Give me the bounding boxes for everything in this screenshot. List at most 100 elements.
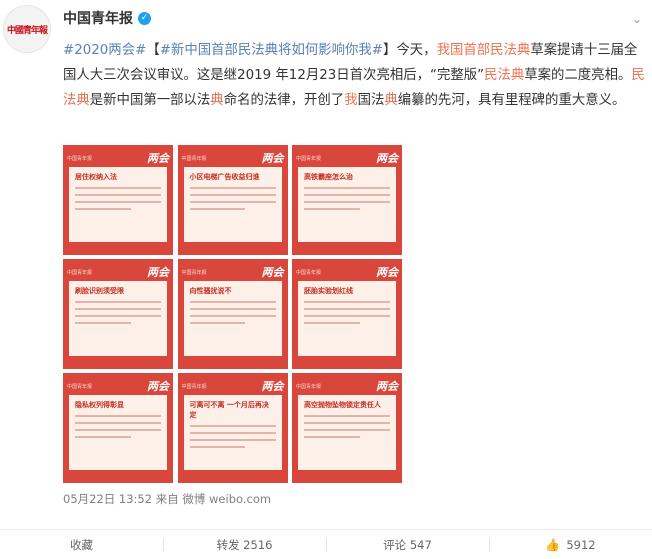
card-badge: 两会 (376, 266, 398, 279)
card-brand: 中国青年报 (296, 155, 322, 162)
text-line (75, 422, 161, 424)
card-brand: 中国青年报 (181, 155, 207, 162)
card-header: 中国青年报 两会 (67, 378, 169, 394)
card-title: 向性骚扰说不 (189, 287, 232, 295)
text-line (75, 315, 161, 317)
card-header: 中国青年报 两会 (182, 150, 284, 166)
text-line (189, 446, 246, 448)
text-line (304, 415, 390, 417)
image-card[interactable]: 中国青年报 两会 可离可不离 一个月后再决定 (177, 373, 288, 483)
card-title: 小区电梯广告收益归谁 (189, 173, 260, 181)
text-line (304, 301, 390, 303)
image-card[interactable]: 中国青年报 两会 小区电梯广告收益归谁 (177, 145, 288, 255)
card-body: 胚胎实验划红线 (298, 281, 396, 356)
avatar[interactable]: 中國青年報 (3, 5, 51, 53)
favorite-label: 收藏 (70, 537, 93, 552)
image-card[interactable]: 中国青年报 两会 高空抛物坠物锁定责任人 (292, 373, 402, 483)
image-card[interactable]: 中国青年报 两会 隐私权列得彰显 (63, 373, 173, 483)
repost-button[interactable]: 转发 2516 (163, 530, 326, 559)
card-body: 高空抛物坠物锁定责任人 (298, 395, 396, 470)
image-card[interactable]: 中国青年报 两会 胚胎实验划红线 (292, 259, 402, 369)
card-body: 刷脸识别须受限 (69, 281, 167, 356)
post-text-segment: 【 (146, 43, 160, 58)
text-line (189, 308, 276, 310)
post-meta: 05月22日 13:52 来自 微博 weibo.com (63, 492, 272, 506)
card-brand: 中国青年报 (67, 383, 93, 390)
comment-label: 评论 547 (383, 537, 432, 552)
card-badge: 两会 (261, 152, 284, 165)
thumbs-up-icon: 👍 (545, 537, 561, 552)
card-badge: 两会 (376, 152, 398, 165)
comment-button[interactable]: 评论 547 (326, 530, 489, 559)
text-line (189, 194, 276, 196)
card-brand: 中国青年报 (181, 383, 207, 390)
post-text-segment: 草案的二度亮相。 (524, 68, 632, 83)
text-line (304, 308, 390, 310)
like-button[interactable]: 👍 5912 (489, 530, 652, 559)
author-name[interactable]: 中国青年报 (63, 8, 133, 28)
chevron-down-icon[interactable]: ⌄ (632, 12, 642, 26)
hashtag-link[interactable]: #2020两会# (63, 43, 146, 58)
highlight-text: 我 (344, 93, 358, 108)
card-brand: 中国青年报 (296, 269, 322, 276)
text-line (304, 187, 390, 189)
post-text-segment: 】今天， (383, 43, 437, 58)
text-line (189, 315, 276, 317)
card-badge: 两会 (147, 380, 169, 393)
card-badge: 两会 (147, 266, 169, 279)
card-title: 隐私权列得彰显 (75, 401, 124, 409)
card-body: 小区电梯广告收益归谁 (183, 167, 282, 242)
image-card[interactable]: 中国青年报 两会 高铁霸座怎么治 (292, 145, 402, 255)
text-line (189, 432, 276, 434)
card-body: 居住权纳入法 (69, 167, 167, 242)
card-header: 中国青年报 两会 (182, 378, 284, 394)
card-body: 高铁霸座怎么治 (298, 167, 396, 242)
favorite-button[interactable]: 收藏 (0, 530, 163, 559)
text-line (304, 429, 390, 431)
card-header: 中国青年报 两会 (67, 264, 169, 280)
highlight-text: 典 (210, 93, 224, 108)
text-line (304, 315, 390, 317)
highlight-text: 我国首部民法典 (436, 43, 531, 58)
card-title: 高空抛物坠物锁定责任人 (304, 401, 381, 409)
verified-icon: ✓ (138, 11, 151, 25)
image-card[interactable]: 中国青年报 两会 向性骚扰说不 (177, 259, 288, 369)
text-line (75, 194, 161, 196)
card-title: 居住权纳入法 (75, 173, 117, 181)
text-line (189, 201, 276, 203)
card-badge: 两会 (147, 152, 169, 165)
post-text-segment: 是新中国第一部以法 (89, 93, 211, 108)
card-brand: 中国青年报 (296, 383, 322, 390)
card-header: 中国青年报 两会 (296, 150, 398, 166)
highlight-text: 典 (384, 93, 398, 108)
text-line (304, 201, 390, 203)
image-card[interactable]: 中国青年报 两会 刷脸识别须受限 (63, 259, 173, 369)
text-line (189, 208, 246, 210)
card-body: 向性骚扰说不 (183, 281, 282, 356)
text-line (75, 187, 161, 189)
card-brand: 中国青年报 (67, 155, 93, 162)
image-card[interactable]: 中国青年报 两会 居住权纳入法 (63, 145, 173, 255)
card-header: 中国青年报 两会 (67, 150, 169, 166)
card-body: 可离可不离 一个月后再决定 (183, 395, 282, 470)
author-row: 中国青年报 ✓ (63, 8, 151, 28)
image-grid: 中国青年报 两会 居住权纳入法 中国青年报 两会 小区电梯广告收益归谁 中国青年报两… (63, 145, 402, 483)
card-badge: 两会 (261, 266, 284, 279)
post-text-segment: 命名的法律，开创了 (223, 93, 345, 108)
card-brand: 中国青年报 (67, 269, 93, 276)
card-header: 中国青年报 两会 (296, 378, 398, 394)
text-line (75, 415, 161, 417)
hashtag-link[interactable]: #新中国首部民法典将如何影响你我# (160, 43, 383, 58)
card-body: 隐私权列得彰显 (69, 395, 167, 470)
text-line (75, 208, 131, 210)
card-title: 高铁霸座怎么治 (304, 173, 353, 181)
text-line (304, 194, 390, 196)
text-line (75, 436, 131, 438)
text-line (75, 308, 161, 310)
post-text-segment: 国法 (357, 93, 385, 108)
text-line (189, 322, 246, 324)
text-line (189, 425, 276, 427)
text-line (75, 201, 161, 203)
text-line (304, 422, 390, 424)
like-count: 5912 (566, 537, 596, 552)
